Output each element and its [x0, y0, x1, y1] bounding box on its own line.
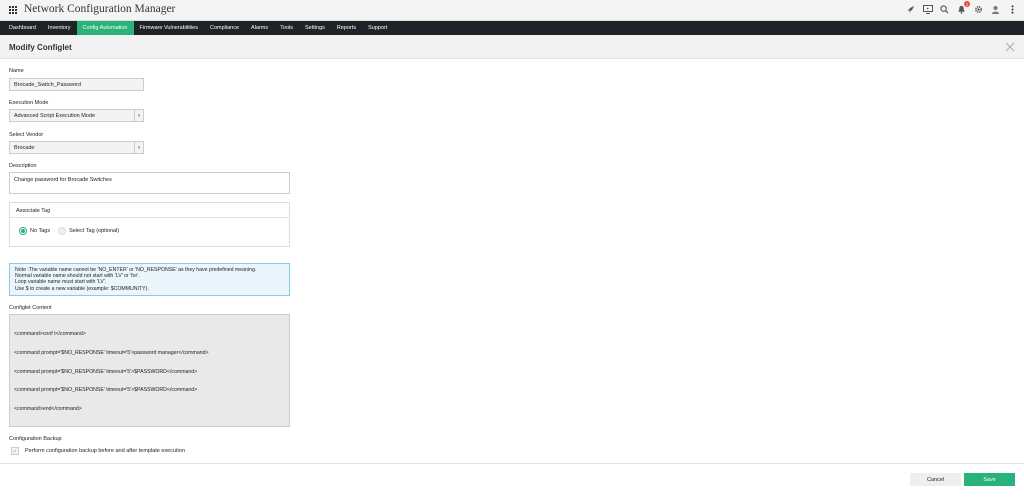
tag-radio-group: No Tags Select Tag (optional): [19, 227, 119, 235]
content-line: <command prompt='$NO_RESPONSE' timeout='…: [14, 350, 209, 357]
name-label: Name: [9, 68, 24, 74]
app-grid-icon[interactable]: [9, 6, 17, 14]
search-icon[interactable]: [939, 4, 950, 15]
footer-bar: [0, 463, 1024, 497]
associate-tag-header: Associate Tag: [10, 203, 289, 218]
nav-reports[interactable]: Reports: [331, 21, 362, 35]
save-button[interactable]: Save: [964, 473, 1015, 486]
rocket-icon[interactable]: [905, 4, 916, 15]
nav-settings[interactable]: Settings: [299, 21, 331, 35]
configlet-content-label: Configlet Content: [9, 305, 52, 311]
nav-support[interactable]: Support: [362, 21, 393, 35]
execution-mode-value: Advanced Script Execution Mode: [14, 112, 96, 119]
backup-checkbox-label: Perform configuration backup before and …: [25, 448, 185, 454]
content-line: <command prompt='$NO_RESPONSE' timeout='…: [14, 368, 198, 375]
monitor-icon[interactable]: [922, 4, 933, 15]
execution-mode-label: Execution Mode: [9, 100, 49, 106]
chevron-down-icon: ▾: [134, 142, 143, 153]
no-tags-radio[interactable]: [19, 227, 27, 235]
app-title: Network Configuration Manager: [24, 3, 176, 15]
no-tags-option[interactable]: No Tags: [19, 227, 50, 235]
nav-compliance[interactable]: Compliance: [204, 21, 245, 35]
variable-note: Note :The variable name cannot be 'NO_EN…: [9, 263, 290, 296]
cancel-button[interactable]: Cancel: [910, 473, 961, 486]
close-icon[interactable]: [1005, 42, 1015, 52]
no-tags-label: No Tags: [30, 228, 51, 234]
nav-dashboard[interactable]: Dashboard: [3, 21, 42, 35]
nav-tools[interactable]: Tools: [274, 21, 299, 35]
nav-firmware-vulnerabilities[interactable]: Firmware Vulnerabilities: [134, 21, 204, 35]
vendor-label: Select Vendor: [9, 132, 44, 138]
backup-checkbox[interactable]: ✓: [11, 447, 19, 455]
execution-mode-select[interactable]: Advanced Script Execution Mode ▾: [9, 109, 144, 122]
nav-inventory[interactable]: Inventory: [42, 21, 77, 35]
chevron-down-icon: ▾: [134, 110, 143, 121]
configlet-content-editor[interactable]: <command>conf t</command> <command promp…: [9, 314, 290, 427]
select-tag-radio[interactable]: [58, 227, 67, 235]
top-header: Network Configuration Manager 2: [0, 0, 1024, 21]
nav-alarms[interactable]: Alarms: [245, 21, 274, 35]
page-header: Modify Configlet: [0, 35, 1024, 59]
notification-badge: 2: [964, 1, 970, 7]
user-icon[interactable]: [990, 4, 1001, 15]
nav-config-automation[interactable]: Config Automation: [76, 21, 134, 35]
configuration-backup-label: Configuration Backup: [9, 436, 62, 442]
page-title: Modify Configlet: [9, 43, 72, 52]
gear-icon[interactable]: [973, 4, 984, 15]
description-input[interactable]: Change password for Brocade Switches: [9, 172, 290, 194]
select-tag-option[interactable]: Select Tag (optional): [58, 227, 119, 235]
vendor-select[interactable]: Brocade ▾: [9, 141, 144, 154]
vendor-value: Brocade: [14, 144, 35, 151]
description-label: Description: [9, 163, 37, 169]
select-tag-label: Select Tag (optional): [69, 228, 120, 234]
top-icons: 2: [905, 1, 1018, 15]
note-line: Use $ to create a new variable (example:…: [15, 285, 149, 292]
content-line: <command>end</command>: [14, 405, 82, 412]
name-input[interactable]: Brocade_Switch_Password: [9, 78, 144, 91]
more-vertical-icon[interactable]: [1007, 4, 1018, 15]
content-line: <command>conf t</command>: [14, 331, 86, 338]
bell-icon[interactable]: 2: [956, 1, 970, 15]
content-line: <command prompt='$NO_RESPONSE' timeout='…: [14, 387, 198, 394]
associate-tag-panel: Associate Tag No Tags Select Tag (option…: [9, 202, 290, 247]
main-nav: Dashboard Inventory Config Automation Fi…: [0, 21, 1024, 35]
backup-checkbox-row[interactable]: ✓ Perform configuration backup before an…: [11, 447, 185, 455]
